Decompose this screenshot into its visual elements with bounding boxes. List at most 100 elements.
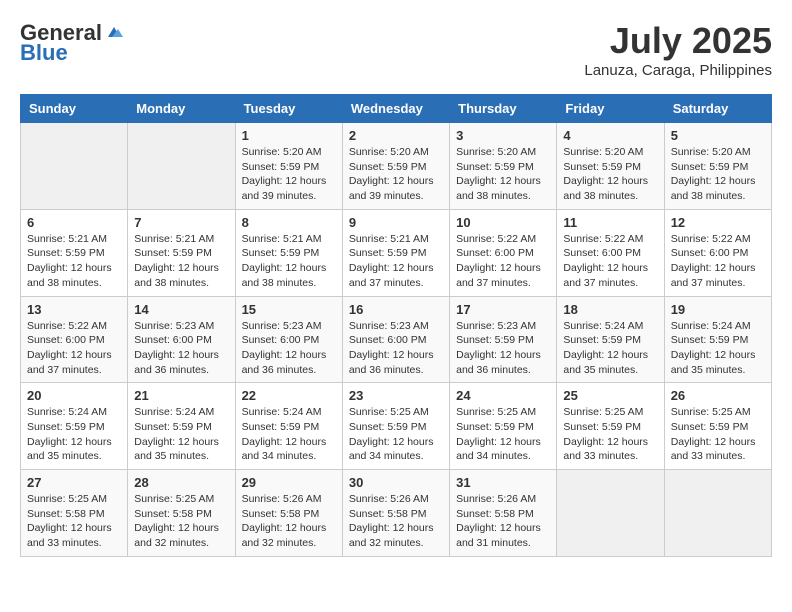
day-info: Sunrise: 5:22 AM Sunset: 6:00 PM Dayligh…	[27, 319, 121, 378]
day-number: 21	[134, 388, 228, 403]
day-info: Sunrise: 5:22 AM Sunset: 6:00 PM Dayligh…	[671, 232, 765, 291]
calendar-week-row: 13Sunrise: 5:22 AM Sunset: 6:00 PM Dayli…	[21, 296, 772, 383]
day-number: 11	[563, 215, 657, 230]
calendar-cell	[128, 123, 235, 210]
day-info: Sunrise: 5:20 AM Sunset: 5:59 PM Dayligh…	[671, 145, 765, 204]
day-number: 20	[27, 388, 121, 403]
calendar-week-row: 6 Sunrise: 5:21 AM Sunset: 5:59 PM Daylig…	[21, 209, 772, 296]
day-info: Sunrise: 5:20 AM Sunset: 5:59 PM Dayligh…	[456, 145, 550, 204]
day-info: Sunrise: 5:22 AM Sunset: 6:00 PM Dayligh…	[563, 232, 657, 291]
calendar-week-row: 27 Sunrise: 5:25 AM Sunset: 5:58 PM Dayli…	[21, 470, 772, 557]
calendar-cell: 10 Sunrise: 5:22 AM Sunset: 6:00 PM Dayli…	[450, 209, 557, 296]
day-info: Sunrise: 5:24 AM Sunset: 5:59 PM Dayligh…	[27, 405, 121, 464]
day-number: 14	[134, 302, 228, 317]
calendar-cell: 5Sunrise: 5:20 AM Sunset: 5:59 PM Daylig…	[664, 123, 771, 210]
calendar-cell: 18 Sunrise: 5:24 AM Sunset: 5:59 PM Dayli…	[557, 296, 664, 383]
calendar-cell: 7 Sunrise: 5:21 AM Sunset: 5:59 PM Daylig…	[128, 209, 235, 296]
day-number: 22	[242, 388, 336, 403]
calendar-cell: 12 Sunrise: 5:22 AM Sunset: 6:00 PM Dayli…	[664, 209, 771, 296]
month-year-title: July 2025	[584, 20, 772, 62]
day-info: Sunrise: 5:25 AM Sunset: 5:59 PM Dayligh…	[563, 405, 657, 464]
day-info: Sunrise: 5:25 AM Sunset: 5:59 PM Dayligh…	[349, 405, 443, 464]
day-info: Sunrise: 5:25 AM Sunset: 5:59 PM Dayligh…	[456, 405, 550, 464]
day-info: Sunrise: 5:24 AM Sunset: 5:59 PM Dayligh…	[242, 405, 336, 464]
day-info: Sunrise: 5:21 AM Sunset: 5:59 PM Dayligh…	[134, 232, 228, 291]
calendar-cell: 2 Sunrise: 5:20 AM Sunset: 5:59 PM Daylig…	[342, 123, 449, 210]
day-number: 29	[242, 475, 336, 490]
calendar-cell: 21 Sunrise: 5:24 AM Sunset: 5:59 PM Dayli…	[128, 383, 235, 470]
day-number: 23	[349, 388, 443, 403]
day-info: Sunrise: 5:25 AM Sunset: 5:58 PM Dayligh…	[134, 492, 228, 551]
calendar-cell: 27 Sunrise: 5:25 AM Sunset: 5:58 PM Dayli…	[21, 470, 128, 557]
day-info: Sunrise: 5:25 AM Sunset: 5:59 PM Dayligh…	[671, 405, 765, 464]
day-number: 30	[349, 475, 443, 490]
calendar-cell: 24 Sunrise: 5:25 AM Sunset: 5:59 PM Dayli…	[450, 383, 557, 470]
logo-icon	[104, 23, 124, 43]
weekday-header-wednesday: Wednesday	[342, 95, 449, 123]
calendar-cell: 9 Sunrise: 5:21 AM Sunset: 5:59 PM Daylig…	[342, 209, 449, 296]
weekday-header-row: SundayMondayTuesdayWednesdayThursdayFrid…	[21, 95, 772, 123]
calendar-cell: 28 Sunrise: 5:25 AM Sunset: 5:58 PM Dayli…	[128, 470, 235, 557]
calendar-cell: 1Sunrise: 5:20 AM Sunset: 5:59 PM Daylig…	[235, 123, 342, 210]
day-info: Sunrise: 5:26 AM Sunset: 5:58 PM Dayligh…	[349, 492, 443, 551]
day-number: 24	[456, 388, 550, 403]
day-number: 28	[134, 475, 228, 490]
calendar-cell: 30 Sunrise: 5:26 AM Sunset: 5:58 PM Dayli…	[342, 470, 449, 557]
calendar-cell: 3 Sunrise: 5:20 AM Sunset: 5:59 PM Daylig…	[450, 123, 557, 210]
day-info: Sunrise: 5:21 AM Sunset: 5:59 PM Dayligh…	[242, 232, 336, 291]
calendar-week-row: 1 Sunrise: 5:20 AM Sunset: 5:59 PM Daylig…	[21, 123, 772, 210]
day-info: Sunrise: 5:23 AM Sunset: 6:00 PM Dayligh…	[349, 319, 443, 378]
page-header: General Blue July 2025 Lanuza, Caraga, P…	[20, 20, 772, 79]
day-info: Sunrise: 5:26 AM Sunset: 5:58 PM Dayligh…	[242, 492, 336, 551]
day-number: 7	[134, 215, 228, 230]
logo-blue-text: Blue	[20, 40, 68, 66]
day-number: 4	[563, 128, 657, 143]
calendar-cell: 17 Sunrise: 5:23 AM Sunset: 5:59 PM Dayli…	[450, 296, 557, 383]
day-info: Sunrise: 5:22 AM Sunset: 6:00 PM Dayligh…	[456, 232, 550, 291]
day-info: Sunrise: 5:25 AM Sunset: 5:58 PM Dayligh…	[27, 492, 121, 551]
calendar-cell	[664, 470, 771, 557]
calendar-cell: 31Sunrise: 5:26 AM Sunset: 5:58 PM Dayli…	[450, 470, 557, 557]
day-number: 10	[456, 215, 550, 230]
calendar-cell: 8 Sunrise: 5:21 AM Sunset: 5:59 PM Daylig…	[235, 209, 342, 296]
day-number: 31	[456, 475, 550, 490]
day-number: 26	[671, 388, 765, 403]
calendar-cell: 13Sunrise: 5:22 AM Sunset: 6:00 PM Dayli…	[21, 296, 128, 383]
day-number: 8	[242, 215, 336, 230]
day-info: Sunrise: 5:24 AM Sunset: 5:59 PM Dayligh…	[671, 319, 765, 378]
calendar-cell	[557, 470, 664, 557]
weekday-header-monday: Monday	[128, 95, 235, 123]
calendar-cell: 25 Sunrise: 5:25 AM Sunset: 5:59 PM Dayli…	[557, 383, 664, 470]
day-number: 17	[456, 302, 550, 317]
day-number: 2	[349, 128, 443, 143]
calendar-cell: 20 Sunrise: 5:24 AM Sunset: 5:59 PM Dayli…	[21, 383, 128, 470]
calendar-cell: 29 Sunrise: 5:26 AM Sunset: 5:58 PM Dayli…	[235, 470, 342, 557]
title-section: July 2025 Lanuza, Caraga, Philippines	[584, 20, 772, 79]
day-number: 9	[349, 215, 443, 230]
day-info: Sunrise: 5:24 AM Sunset: 5:59 PM Dayligh…	[563, 319, 657, 378]
day-number: 27	[27, 475, 121, 490]
calendar-cell: 16Sunrise: 5:23 AM Sunset: 6:00 PM Dayli…	[342, 296, 449, 383]
day-number: 12	[671, 215, 765, 230]
day-number: 1	[242, 128, 336, 143]
day-number: 6	[27, 215, 121, 230]
day-number: 19	[671, 302, 765, 317]
day-info: Sunrise: 5:24 AM Sunset: 5:59 PM Dayligh…	[134, 405, 228, 464]
day-info: Sunrise: 5:20 AM Sunset: 5:59 PM Dayligh…	[563, 145, 657, 204]
calendar-cell: 6 Sunrise: 5:21 AM Sunset: 5:59 PM Daylig…	[21, 209, 128, 296]
calendar-cell: 22 Sunrise: 5:24 AM Sunset: 5:59 PM Dayli…	[235, 383, 342, 470]
day-info: Sunrise: 5:21 AM Sunset: 5:59 PM Dayligh…	[349, 232, 443, 291]
day-number: 15	[242, 302, 336, 317]
logo: General Blue	[20, 20, 124, 66]
weekday-header-tuesday: Tuesday	[235, 95, 342, 123]
day-info: Sunrise: 5:21 AM Sunset: 5:59 PM Dayligh…	[27, 232, 121, 291]
day-number: 3	[456, 128, 550, 143]
day-info: Sunrise: 5:23 AM Sunset: 5:59 PM Dayligh…	[456, 319, 550, 378]
calendar-table: SundayMondayTuesdayWednesdayThursdayFrid…	[20, 94, 772, 557]
day-number: 18	[563, 302, 657, 317]
day-info: Sunrise: 5:20 AM Sunset: 5:59 PM Dayligh…	[349, 145, 443, 204]
calendar-cell: 26 Sunrise: 5:25 AM Sunset: 5:59 PM Dayli…	[664, 383, 771, 470]
weekday-header-thursday: Thursday	[450, 95, 557, 123]
day-number: 25	[563, 388, 657, 403]
calendar-cell: 23 Sunrise: 5:25 AM Sunset: 5:59 PM Dayli…	[342, 383, 449, 470]
